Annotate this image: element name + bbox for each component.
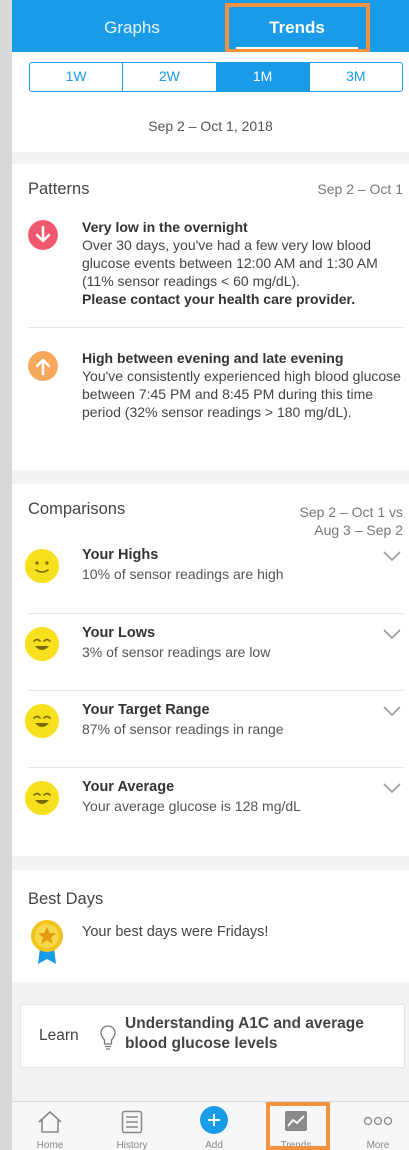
patterns-card: Patterns Sep 2 – Oct 1 Very low in the o… — [12, 164, 409, 470]
home-icon — [38, 1111, 62, 1133]
learn-label: Learn — [39, 1027, 79, 1044]
nav-label: History — [116, 1140, 148, 1150]
medal-icon — [31, 920, 63, 964]
chevron-down-icon — [383, 629, 401, 640]
period-1m[interactable]: 1M — [216, 63, 310, 91]
more-icon — [363, 1116, 393, 1126]
comparison-title: Your Target Range — [82, 702, 210, 718]
bottom-nav: Home History Add Trends More — [12, 1101, 409, 1150]
comparison-title: Your Average — [82, 779, 175, 795]
date-range-label: Sep 2 – Oct 1, 2018 — [148, 118, 273, 134]
trends-tab-highlight — [225, 3, 370, 53]
add-icon — [200, 1106, 228, 1134]
learn-link[interactable]: Learn Understanding A1C and average bloo… — [20, 1004, 405, 1068]
smiley-neutral-icon — [25, 549, 59, 583]
patterns-title: Patterns — [28, 180, 90, 198]
period-selector: 1W 2W 1M 3M — [29, 62, 403, 92]
pattern-note: Please contact your health care provider… — [82, 291, 356, 307]
comparison-target-range[interactable]: Your Target Range 87% of sensor readings… — [12, 691, 409, 768]
nav-label: More — [366, 1140, 390, 1150]
comparison-highs[interactable]: Your Highs 10% of sensor readings are hi… — [12, 536, 409, 613]
nav-label: Home — [36, 1140, 64, 1150]
period-3m[interactable]: 3M — [310, 63, 402, 91]
nav-label: Trends — [280, 1140, 312, 1150]
comparison-subtitle: 3% of sensor readings are low — [82, 644, 271, 660]
best-days-card: Best Days Your best days were Fridays! — [12, 870, 409, 982]
period-header: 1W 2W 1M 3M Sep 2 – Oct 1, 2018 — [12, 52, 409, 152]
comparisons-title: Comparisons — [28, 500, 126, 518]
smiley-happy-icon — [25, 781, 59, 815]
nav-add[interactable]: Add — [184, 1102, 244, 1150]
best-days-text: Your best days were Fridays! — [82, 924, 269, 940]
pattern-text: Very low in the overnight Over 30 days, … — [82, 218, 404, 308]
tab-graphs[interactable]: Graphs — [52, 0, 212, 52]
comparison-subtitle: 10% of sensor readings are high — [82, 566, 284, 582]
comparisons-card: Comparisons Sep 2 – Oct 1 vs Aug 3 – Sep… — [12, 484, 409, 856]
smiley-happy-icon — [25, 704, 59, 738]
comparison-lows[interactable]: Your Lows 3% of sensor readings are low — [12, 614, 409, 691]
nav-home[interactable]: Home — [20, 1102, 80, 1150]
comparisons-range: Sep 2 – Oct 1 vs Aug 3 – Sep 2 — [300, 503, 404, 539]
lightbulb-icon — [100, 1025, 116, 1050]
pattern-item[interactable]: Very low in the overnight Over 30 days, … — [28, 218, 404, 318]
left-frame — [0, 0, 12, 1150]
comparisons-range-current: Sep 2 – Oct 1 vs — [299, 504, 404, 520]
smiley-happy-icon — [25, 627, 59, 661]
comparison-average[interactable]: Your Average Your average glucose is 128… — [12, 768, 409, 845]
trends-icon — [285, 1111, 307, 1131]
pattern-body: You've consistently experienced high blo… — [82, 368, 401, 420]
nav-label: Add — [205, 1140, 223, 1150]
comparison-subtitle: 87% of sensor readings in range — [82, 721, 284, 737]
app: Graphs Trends 1W 2W 1M 3M Sep 2 – Oct 1,… — [12, 0, 409, 1150]
top-tab-bar: Graphs Trends — [12, 0, 409, 53]
learn-text: Understanding A1C and average blood gluc… — [125, 1015, 364, 1052]
period-1w[interactable]: 1W — [30, 63, 124, 91]
list-icon — [121, 1110, 143, 1134]
pattern-title: High between evening and late evening — [82, 350, 344, 366]
comparison-subtitle: Your average glucose is 128 mg/dL — [82, 798, 301, 814]
pattern-title: Very low in the overnight — [82, 219, 248, 235]
arrow-up-icon — [28, 351, 58, 381]
chevron-down-icon — [383, 706, 401, 717]
period-2w[interactable]: 2W — [123, 63, 217, 91]
chevron-down-icon — [383, 551, 401, 562]
arrow-down-icon — [28, 220, 58, 250]
comparison-title: Your Highs — [82, 547, 159, 563]
patterns-range: Sep 2 – Oct 1 — [317, 181, 403, 197]
chevron-down-icon — [383, 783, 401, 794]
best-days-title: Best Days — [28, 890, 104, 908]
nav-history[interactable]: History — [102, 1102, 162, 1150]
pattern-item[interactable]: High between evening and late evening Yo… — [28, 349, 404, 449]
pattern-body: Over 30 days, you've had a few very low … — [82, 237, 378, 289]
nav-trends[interactable]: Trends — [266, 1102, 326, 1150]
divider — [28, 327, 403, 328]
pattern-text: High between evening and late evening Yo… — [82, 349, 404, 421]
nav-more[interactable]: More — [348, 1102, 408, 1150]
comparison-title: Your Lows — [82, 625, 156, 641]
